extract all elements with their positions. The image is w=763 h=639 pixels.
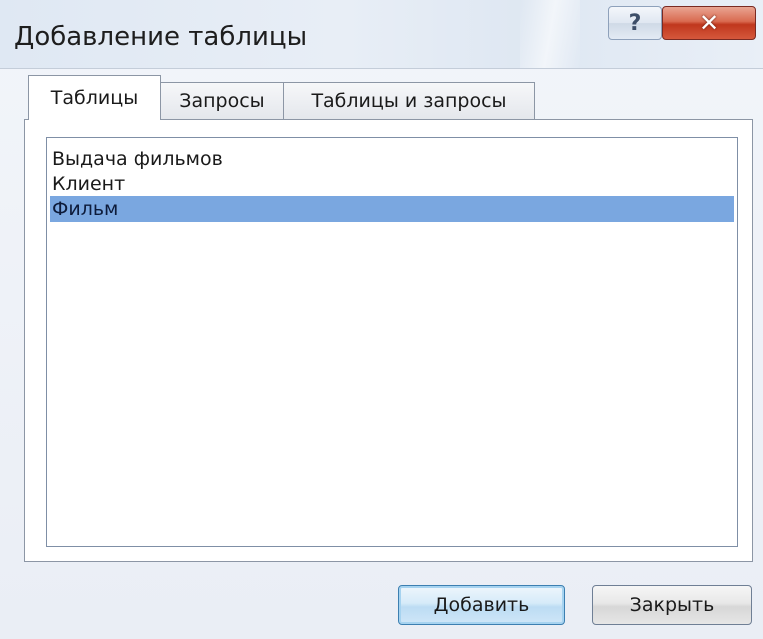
- tab-tables[interactable]: Таблицы: [28, 75, 161, 120]
- help-button[interactable]: ?: [608, 6, 662, 40]
- tables-listbox[interactable]: Выдача фильмов Клиент Фильм: [46, 137, 738, 547]
- close-icon: ✕: [698, 9, 720, 37]
- add-table-dialog: Добавление таблицы ? ✕ Таблицы Запросы Т…: [0, 0, 763, 639]
- list-item[interactable]: Клиент: [50, 171, 734, 197]
- close-button[interactable]: Закрыть: [592, 585, 752, 625]
- tab-queries[interactable]: Запросы: [160, 82, 284, 120]
- close-window-button[interactable]: ✕: [662, 6, 756, 40]
- tab-tables-and-queries[interactable]: Таблицы и запросы: [283, 82, 535, 120]
- list-item-selected[interactable]: Фильм: [50, 196, 734, 222]
- help-icon: ?: [628, 10, 642, 36]
- add-button[interactable]: Добавить: [398, 585, 565, 625]
- list-item[interactable]: Выдача фильмов: [50, 146, 734, 172]
- title-bar[interactable]: Добавление таблицы ? ✕: [0, 0, 763, 69]
- dialog-title: Добавление таблицы: [14, 22, 308, 52]
